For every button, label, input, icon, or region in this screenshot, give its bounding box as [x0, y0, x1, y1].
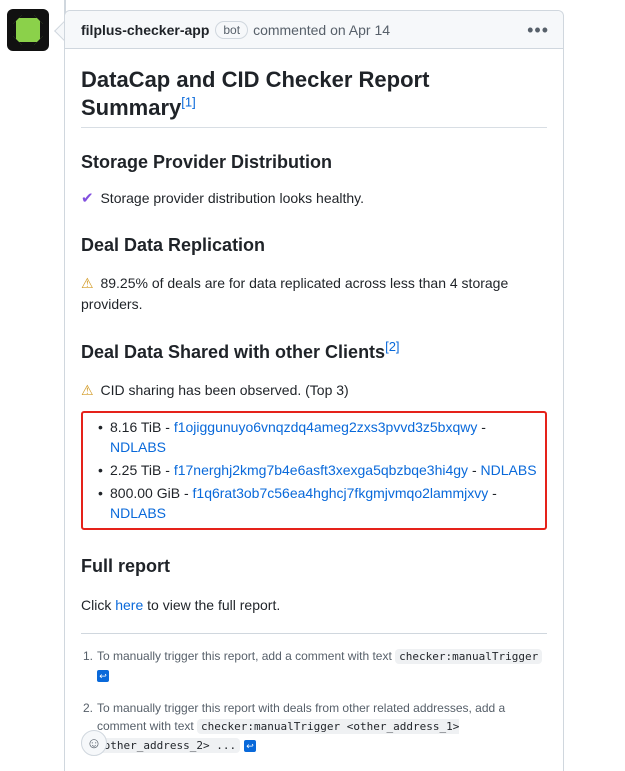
ddr-status: ⚠ 89.25% of deals are for data replicate…: [81, 273, 547, 315]
comment-header: filplus-checker-app bot commented on Apr…: [65, 11, 563, 49]
heading-deal-data-shared: Deal Data Shared with other Clients[2]: [81, 339, 547, 363]
footnote-item: 1. To manually trigger this report, add a…: [81, 647, 547, 684]
heading-storage-provider-distribution: Storage Provider Distribution: [81, 152, 333, 172]
backref-icon[interactable]: ↩: [97, 669, 109, 682]
smiley-icon: ☺: [86, 734, 102, 752]
kebab-menu-icon[interactable]: •••: [527, 20, 549, 41]
comment-author[interactable]: filplus-checker-app: [81, 22, 209, 38]
full-report-text: Click here to view the full report.: [81, 595, 547, 616]
highlighted-cid-list: 8.16 TiB - f1ojiggunuyo6vnqzdq4ameg2zxs3…: [81, 411, 547, 530]
client-name-link[interactable]: NDLABS: [110, 439, 166, 455]
footnote-number: 2.: [83, 701, 94, 715]
dds-status-text: CID sharing has been observed. (Top 3): [100, 382, 349, 398]
footnote-code: checker:manualTrigger: [395, 649, 543, 664]
report-title: DataCap and CID Checker Report Summary[1…: [81, 66, 547, 128]
footnote-item: 2. To manually trigger this report with d…: [81, 699, 547, 755]
dds-heading-text: Deal Data Shared with other Clients: [81, 342, 386, 362]
warning-icon: ⚠: [81, 275, 94, 291]
client-address-link[interactable]: f1q6rat3ob7c56ea4hghcj7fkgmjvmqo2lammjxv…: [193, 485, 489, 501]
item-size: 8.16 TiB: [110, 419, 162, 435]
comment-body: DataCap and CID Checker Report Summary[1…: [65, 66, 563, 756]
full-text-after: to view the full report.: [143, 597, 281, 613]
warning-icon: ⚠: [81, 382, 94, 398]
add-reaction-button[interactable]: ☺: [81, 730, 107, 756]
footnotes: 1. To manually trigger this report, add a…: [81, 633, 547, 755]
dds-status: ⚠ CID sharing has been observed. (Top 3): [81, 380, 547, 401]
client-address-link[interactable]: f17nerghj2kmg7b4e6asft3xexga5qbzbqe3hi4g…: [174, 462, 468, 478]
backref-icon[interactable]: ↩: [244, 739, 257, 752]
client-name-link[interactable]: NDLABS: [481, 462, 537, 478]
bot-avatar[interactable]: [7, 9, 49, 51]
item-size: 2.25 TiB: [110, 462, 162, 478]
heading-full-report: Full report: [81, 556, 170, 576]
heading-deal-data-replication: Deal Data Replication: [81, 235, 266, 255]
item-size: 800.00 GiB: [110, 485, 181, 501]
list-item: 2.25 TiB - f17nerghj2kmg7b4e6asft3xexga5…: [91, 460, 539, 480]
dds-footnote-ref[interactable]: [2]: [385, 339, 399, 354]
full-report-link[interactable]: here: [115, 597, 143, 613]
client-address-link[interactable]: f1ojiggunuyo6vnqzdq4ameg2zxs3pvvd3z5bxqw…: [174, 419, 478, 435]
full-text-before: Click: [81, 597, 116, 613]
list-item: 800.00 GiB - f1q6rat3ob7c56ea4hghcj7fkgm…: [91, 483, 539, 523]
title-footnote-ref[interactable]: [1]: [181, 94, 195, 109]
bot-badge: bot: [215, 20, 249, 39]
client-name-link[interactable]: NDLABS: [110, 505, 166, 521]
spd-status: ✔ Storage provider distribution looks he…: [81, 188, 547, 209]
footnote-text: To manually trigger this report, add a c…: [97, 649, 396, 663]
check-icon: ✔: [81, 190, 94, 207]
bot-logo-icon: [13, 15, 43, 45]
comment-timestamp[interactable]: commented on Apr 14: [253, 22, 390, 38]
comment-box: filplus-checker-app bot commented on Apr…: [64, 10, 564, 771]
footnote-number: 1.: [83, 649, 94, 663]
spd-status-text: Storage provider distribution looks heal…: [100, 190, 365, 206]
ddr-status-text: 89.25% of deals are for data replicated …: [81, 275, 509, 312]
list-item: 8.16 TiB - f1ojiggunuyo6vnqzdq4ameg2zxs3…: [91, 417, 539, 457]
report-title-text: DataCap and CID Checker Report Summary: [81, 67, 430, 120]
